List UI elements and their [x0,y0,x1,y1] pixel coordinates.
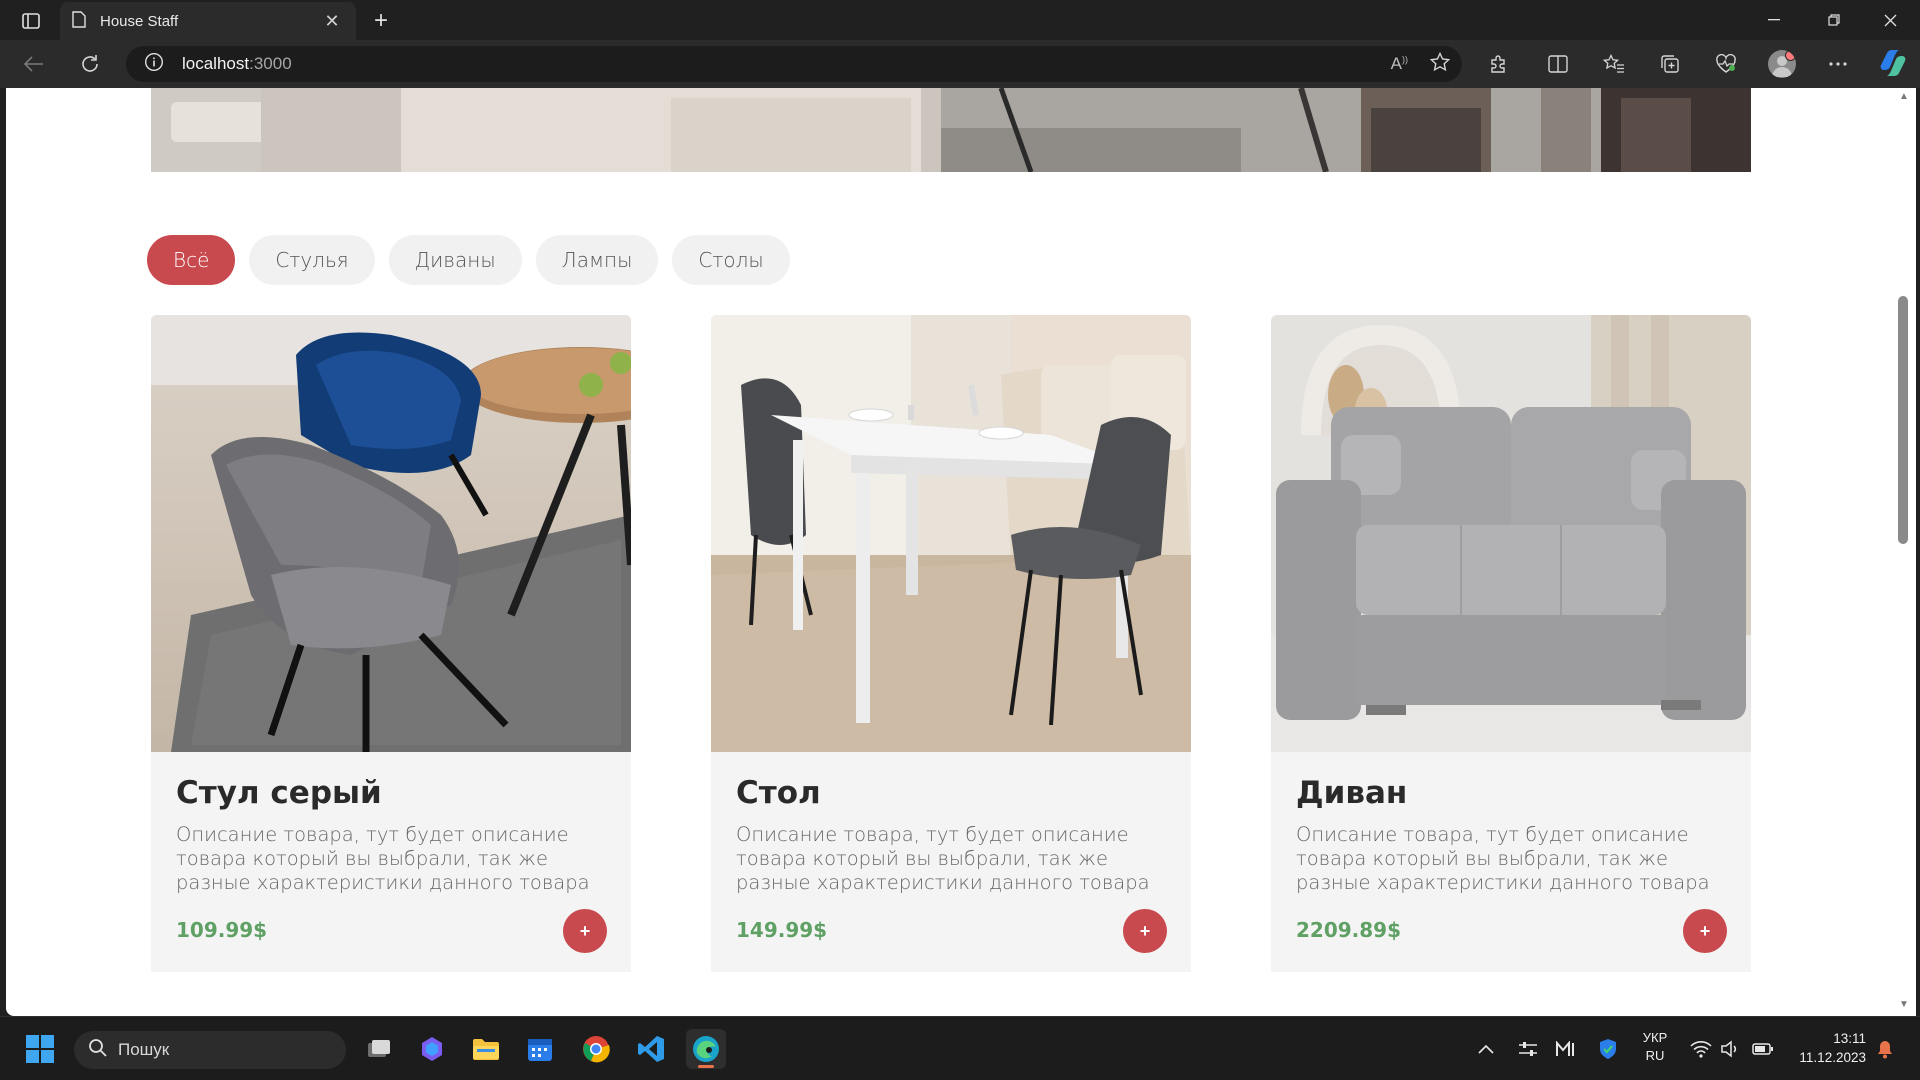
category-filter-bar: Всё Стулья Диваны Лампы Столы [147,235,790,285]
filter-chip-sofas[interactable]: Диваны [388,235,522,285]
tab-title: House Staff [100,12,179,30]
favorite-star-icon[interactable] [1429,51,1451,77]
product-photo-table [711,315,1191,752]
task-view-icon[interactable] [358,1029,398,1069]
product-card: Стол Описание товара, тут будет описание… [711,315,1191,972]
page-viewport: Всё Стулья Диваны Лампы Столы Стул серый… [6,88,1906,1016]
product-name: Стул серый [176,775,382,811]
file-explorer-icon[interactable] [466,1029,506,1069]
product-description: Описание товара, тут будет описание това… [176,823,590,894]
search-placeholder: Пошук [118,1040,170,1059]
volume-icon[interactable] [1720,1031,1740,1067]
product-name: Диван [1296,775,1408,811]
scrollbar-thumb[interactable] [1898,296,1908,544]
page-icon [72,10,86,32]
browser-title-bar: House Staff ✕ + [0,0,1920,40]
notification-bell-icon[interactable] [1876,1031,1894,1067]
windows-taskbar: Пошук УКР RU 13:11 11.12.2023 [0,1016,1920,1080]
show-hidden-icons[interactable] [1478,1031,1494,1067]
security-shield-icon[interactable] [1598,1031,1618,1067]
new-tab-icon[interactable]: + [366,6,396,36]
windows-start-icon[interactable] [20,1029,60,1069]
url-host: localhost [182,54,250,73]
calendar-app-icon[interactable] [520,1029,560,1069]
filter-chip-chairs[interactable]: Стулья [249,235,375,285]
product-photo-chair [151,315,631,752]
wifi-icon[interactable] [1690,1031,1712,1067]
copilot-taskbar-icon[interactable] [412,1029,452,1069]
product-photo-sofa [1271,315,1751,752]
profile-avatar[interactable] [1768,50,1796,78]
edge-browser-icon[interactable] [686,1029,726,1069]
product-description: Описание товара, тут будет описание това… [736,823,1150,894]
product-card: Стул серый Описание товара, тут будет оп… [151,315,631,972]
filter-chip-lamps[interactable]: Лампы [535,235,659,285]
copilot-icon[interactable] [1878,48,1908,78]
system-clock[interactable]: 13:11 11.12.2023 [1786,1029,1866,1067]
read-aloud-icon[interactable]: A)) [1391,54,1408,74]
filter-chip-all[interactable]: Всё [147,235,236,285]
add-to-cart-button[interactable]: + [1123,909,1167,953]
restore-icon[interactable] [1806,0,1862,40]
product-price: 109.99$ [176,918,268,942]
battery-icon[interactable] [1752,1031,1774,1067]
sidebar-toggle-icon[interactable] [14,8,48,34]
back-icon[interactable] [16,48,52,80]
lang-top: УКР [1642,1030,1668,1045]
extensions-icon[interactable] [1480,48,1516,80]
scroll-down-icon[interactable]: ▼ [1898,1000,1910,1010]
input-language-indicator[interactable]: УКР RU [1638,1029,1672,1065]
url-port: :3000 [249,54,292,73]
split-screen-icon[interactable] [1540,48,1576,80]
search-icon [88,1038,108,1063]
taskbar-search[interactable]: Пошук [74,1031,346,1069]
browser-essentials-icon[interactable] [1708,48,1744,80]
add-to-cart-button[interactable]: + [1683,909,1727,953]
minimize-icon[interactable] [1746,0,1802,40]
product-price: 149.99$ [736,918,828,942]
tray-settings-icon[interactable] [1518,1031,1538,1067]
more-options-icon[interactable] [1820,48,1856,80]
lang-bottom: RU [1645,1048,1665,1063]
product-card: Диван Описание товара, тут будет описани… [1271,315,1751,972]
product-name: Стол [736,775,821,811]
address-bar[interactable]: localhost:3000 A)) [126,46,1462,82]
filter-chip-tables[interactable]: Столы [672,235,790,285]
chrome-icon[interactable] [576,1029,616,1069]
vscode-icon[interactable] [631,1029,671,1069]
product-description: Описание товара, тут будет описание това… [1296,823,1710,894]
close-window-icon[interactable] [1862,0,1918,40]
site-info-icon[interactable] [144,52,164,77]
browser-tab[interactable]: House Staff ✕ [60,2,356,40]
favorites-icon[interactable] [1596,48,1632,80]
hero-banner-image [151,88,1751,172]
product-price: 2209.89$ [1296,918,1402,942]
refresh-icon[interactable] [72,48,108,80]
page-scrollbar[interactable] [1896,88,1916,1016]
address-bar-row: localhost:3000 A)) [0,40,1920,88]
scroll-up-icon[interactable]: ▲ [1898,92,1910,102]
tray-app-icon[interactable] [1556,1031,1576,1067]
collections-icon[interactable] [1652,48,1688,80]
add-to-cart-button[interactable]: + [563,909,607,953]
clock-date: 11.12.2023 [1799,1050,1866,1065]
close-tab-icon[interactable]: ✕ [320,9,344,33]
clock-time: 13:11 [1833,1031,1866,1046]
